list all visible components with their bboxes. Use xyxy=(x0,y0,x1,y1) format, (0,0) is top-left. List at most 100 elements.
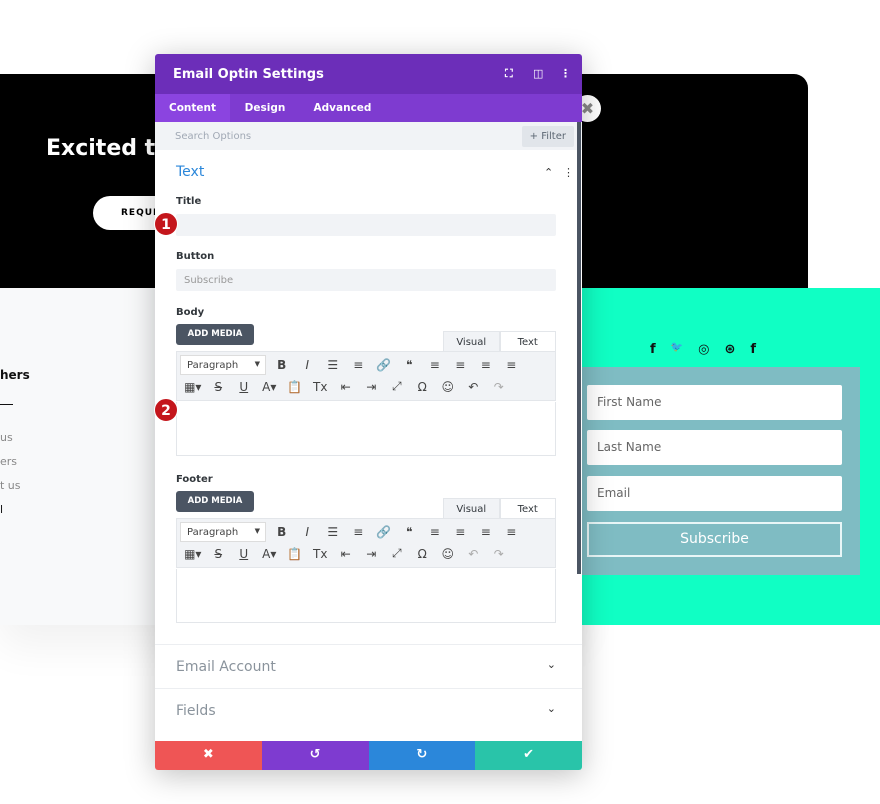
footer-link[interactable]: us xyxy=(0,431,13,444)
table-icon[interactable]: ▦▾ xyxy=(180,547,206,561)
modal-title: Email Optin Settings xyxy=(173,67,324,82)
omega-icon[interactable]: Ω xyxy=(410,547,436,561)
last-name-input[interactable]: Last Name xyxy=(587,430,842,465)
step-badge-1: 1 xyxy=(154,212,178,236)
redo-icon[interactable]: ↷ xyxy=(486,380,512,394)
tab-design[interactable]: Design xyxy=(230,94,300,122)
footer-editor[interactable] xyxy=(176,569,556,623)
tab-advanced[interactable]: Advanced xyxy=(300,94,385,122)
more-icon[interactable]: ⋮ xyxy=(560,67,571,80)
divider xyxy=(0,404,13,405)
filter-button[interactable]: + Filter xyxy=(521,126,574,147)
indent-icon[interactable]: ⇥ xyxy=(359,547,385,561)
visual-tab[interactable]: Visual xyxy=(443,331,500,351)
link-icon[interactable]: 🔗 xyxy=(371,525,397,539)
align-center-icon[interactable]: ≡ xyxy=(448,358,474,372)
align-left-icon[interactable]: ≡ xyxy=(422,525,448,539)
text-tab[interactable]: Text xyxy=(499,498,556,518)
paste-icon[interactable]: 📋 xyxy=(282,547,308,561)
bullet-list-icon[interactable]: ☰ xyxy=(320,525,346,539)
modal-tabs: Content Design Advanced xyxy=(155,94,582,122)
split-view-icon[interactable]: ◫ xyxy=(533,67,543,80)
footer-label: Footer xyxy=(176,474,213,485)
undo-icon[interactable]: ↶ xyxy=(461,547,487,561)
dribbble-icon[interactable]: ⊛ xyxy=(724,342,735,357)
modal-actions: ✖ ↺ ↻ ✔ xyxy=(155,741,582,770)
align-right-icon[interactable]: ≡ xyxy=(473,525,499,539)
section-fields[interactable]: Fields ⌄ xyxy=(155,688,582,732)
undo-icon[interactable]: ↶ xyxy=(461,380,487,394)
search-input[interactable]: Search Options + Filter xyxy=(155,122,582,150)
clear-format-icon[interactable]: Tx xyxy=(308,547,334,561)
fullscreen-icon[interactable]: ⤢ xyxy=(384,546,410,561)
tab-content[interactable]: Content xyxy=(155,94,230,122)
footer-link[interactable]: ers xyxy=(0,455,17,468)
numbered-list-icon[interactable]: ≡ xyxy=(346,525,372,539)
section-email-account[interactable]: Email Account ⌄ xyxy=(155,644,582,688)
facebook-icon[interactable]: f xyxy=(650,342,656,357)
text-color-icon[interactable]: A▾ xyxy=(257,547,283,561)
underline-icon[interactable]: U xyxy=(231,547,257,561)
text-color-icon[interactable]: A▾ xyxy=(257,380,283,394)
undo-button[interactable]: ↺ xyxy=(261,741,369,770)
fullscreen-icon[interactable]: ⤢ xyxy=(384,379,410,394)
chevron-up-icon[interactable]: ⌃ xyxy=(544,166,553,179)
paste-icon[interactable]: 📋 xyxy=(282,380,308,394)
justify-icon[interactable]: ≡ xyxy=(499,358,525,372)
footer-link[interactable]: t us xyxy=(0,479,21,492)
save-button[interactable]: ✔ xyxy=(475,741,582,770)
fullscreen-icon[interactable]: ⛶ xyxy=(505,67,513,81)
first-name-input[interactable]: First Name xyxy=(587,385,842,420)
add-media-button[interactable]: ADD MEDIA xyxy=(176,324,254,345)
scrollbar[interactable] xyxy=(577,122,581,574)
italic-icon[interactable]: I xyxy=(295,525,321,539)
strikethrough-icon[interactable]: S xyxy=(206,547,232,561)
twitter-icon[interactable]: 🐦 xyxy=(671,342,683,357)
redo-icon[interactable]: ↷ xyxy=(486,547,512,561)
body-editor[interactable] xyxy=(176,402,556,456)
emoji-icon[interactable]: ☺ xyxy=(435,380,461,394)
indent-icon[interactable]: ⇥ xyxy=(359,380,385,394)
email-input[interactable]: Email xyxy=(587,476,842,511)
align-left-icon[interactable]: ≡ xyxy=(422,358,448,372)
outdent-icon[interactable]: ⇤ xyxy=(333,547,359,561)
bullet-list-icon[interactable]: ☰ xyxy=(320,358,346,372)
visual-tab[interactable]: Visual xyxy=(443,498,500,518)
editor-tabs: Visual Text xyxy=(443,331,556,351)
omega-icon[interactable]: Ω xyxy=(410,380,436,394)
section-title[interactable]: Text xyxy=(176,164,204,180)
quote-icon[interactable]: ❝ xyxy=(397,358,423,372)
link-icon[interactable]: 🔗 xyxy=(371,358,397,372)
subscribe-button[interactable]: Subscribe xyxy=(587,522,842,557)
italic-icon[interactable]: I xyxy=(295,358,321,372)
numbered-list-icon[interactable]: ≡ xyxy=(346,358,372,372)
table-icon[interactable]: ▦▾ xyxy=(180,380,206,394)
quote-icon[interactable]: ❝ xyxy=(397,525,423,539)
more-icon[interactable]: ⋮ xyxy=(563,166,574,179)
align-right-icon[interactable]: ≡ xyxy=(473,358,499,372)
paragraph-value: Paragraph xyxy=(187,360,239,371)
section-title: Fields xyxy=(176,703,216,719)
facebook-icon[interactable]: f xyxy=(750,342,756,357)
clear-format-icon[interactable]: Tx xyxy=(308,380,334,394)
paragraph-select[interactable]: Paragraph ▼ xyxy=(180,355,266,375)
paragraph-select[interactable]: Paragraph ▼ xyxy=(180,522,266,542)
button-input[interactable]: Subscribe xyxy=(176,269,556,291)
strikethrough-icon[interactable]: S xyxy=(206,380,232,394)
add-media-button[interactable]: ADD MEDIA xyxy=(176,491,254,512)
instagram-icon[interactable]: ◎ xyxy=(698,342,709,357)
cancel-button[interactable]: ✖ xyxy=(155,741,262,770)
text-tab[interactable]: Text xyxy=(499,331,556,351)
justify-icon[interactable]: ≡ xyxy=(499,525,525,539)
bold-icon[interactable]: B xyxy=(269,525,295,539)
section-title: Email Account xyxy=(176,659,276,675)
footer-link[interactable]: l xyxy=(0,503,3,516)
title-input[interactable] xyxy=(176,214,556,236)
outdent-icon[interactable]: ⇤ xyxy=(333,380,359,394)
align-center-icon[interactable]: ≡ xyxy=(448,525,474,539)
emoji-icon[interactable]: ☺ xyxy=(435,547,461,561)
paragraph-value: Paragraph xyxy=(187,527,239,538)
redo-button[interactable]: ↻ xyxy=(368,741,476,770)
underline-icon[interactable]: U xyxy=(231,380,257,394)
bold-icon[interactable]: B xyxy=(269,358,295,372)
